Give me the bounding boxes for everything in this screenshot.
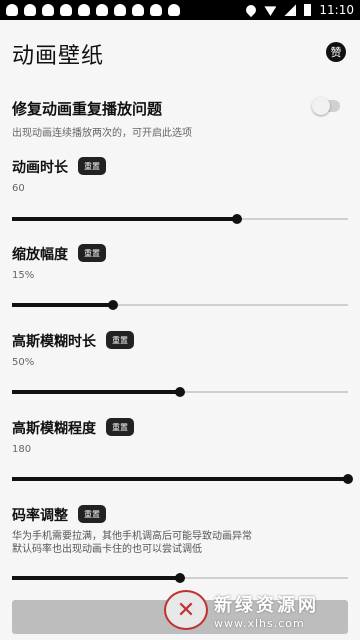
notification-icons bbox=[6, 4, 180, 16]
repair-option-desc: 出现动画连续播放两次的，可开启此选项 bbox=[12, 128, 192, 139]
qq-icon bbox=[60, 4, 72, 16]
page-title: 动画壁纸 bbox=[12, 44, 105, 69]
slider-fill bbox=[12, 390, 180, 394]
status-bar: 11:10 bbox=[0, 0, 360, 20]
watermark-logo-icon: ✕ bbox=[164, 590, 208, 630]
qq-icon bbox=[6, 4, 18, 16]
wifi-icon bbox=[264, 6, 277, 16]
broom-icon bbox=[114, 4, 126, 16]
slider-fill bbox=[12, 303, 113, 307]
slider-thumb[interactable] bbox=[175, 573, 185, 583]
repair-toggle[interactable] bbox=[312, 97, 340, 115]
battery-icon bbox=[304, 4, 312, 16]
slider-fill bbox=[12, 217, 238, 221]
slider-thumb[interactable] bbox=[107, 300, 118, 310]
clock: 11:10 bbox=[319, 3, 354, 17]
slider-thumb[interactable] bbox=[343, 474, 353, 484]
qq-icon bbox=[42, 4, 54, 16]
location-icon bbox=[244, 2, 259, 18]
duration-reset-button[interactable]: 重置 bbox=[78, 157, 106, 175]
scale-reset-button[interactable]: 重置 bbox=[78, 244, 106, 262]
praise-button[interactable]: 赞 bbox=[326, 42, 346, 62]
slider-fill bbox=[12, 477, 348, 481]
blur-duration-slider[interactable] bbox=[12, 385, 348, 399]
watermark-url: www.xlhs.com bbox=[214, 616, 305, 630]
duration-label: 动画时长 bbox=[12, 160, 68, 176]
slider-fill bbox=[12, 576, 180, 580]
blur-duration-reset-button[interactable]: 重置 bbox=[106, 331, 134, 349]
blur-level-reset-button[interactable]: 重置 bbox=[106, 418, 134, 436]
blur-duration-label: 高斯模糊时长 bbox=[12, 334, 96, 350]
blur-level-label: 高斯模糊程度 bbox=[12, 421, 96, 437]
scale-value: 15% bbox=[12, 270, 35, 281]
broom-icon bbox=[168, 4, 180, 16]
bitrate-label: 码率调整 bbox=[12, 508, 68, 524]
qq-icon bbox=[78, 4, 90, 16]
bitrate-reset-button[interactable]: 重置 bbox=[78, 505, 106, 523]
qq-icon bbox=[24, 4, 36, 16]
signal-icon bbox=[284, 4, 297, 16]
scale-slider[interactable] bbox=[12, 298, 348, 312]
blur-level-slider[interactable] bbox=[12, 472, 353, 486]
bitrate-desc: 华为手机需要拉满，其他手机调高后可能导致动画异常 默认码率也出现动画卡住的也可以… bbox=[12, 531, 252, 555]
qq-icon bbox=[96, 4, 108, 16]
bitrate-slider[interactable] bbox=[12, 571, 348, 585]
qq-icon bbox=[132, 4, 144, 16]
watermark: ✕ 新绿资源网 www.xlhs.com bbox=[164, 587, 354, 633]
blur-duration-value: 50% bbox=[12, 357, 35, 368]
scale-label: 缩放幅度 bbox=[12, 247, 68, 263]
slider-thumb[interactable] bbox=[175, 387, 185, 397]
duration-value: 60 bbox=[12, 183, 25, 194]
watermark-title: 新绿资源网 bbox=[214, 594, 319, 616]
slider-thumb[interactable] bbox=[232, 214, 243, 224]
broom-icon bbox=[150, 4, 162, 16]
blur-level-value: 180 bbox=[12, 444, 32, 455]
duration-slider[interactable] bbox=[12, 212, 348, 226]
repair-option-title: 修复动画重复播放问题 bbox=[12, 100, 163, 118]
